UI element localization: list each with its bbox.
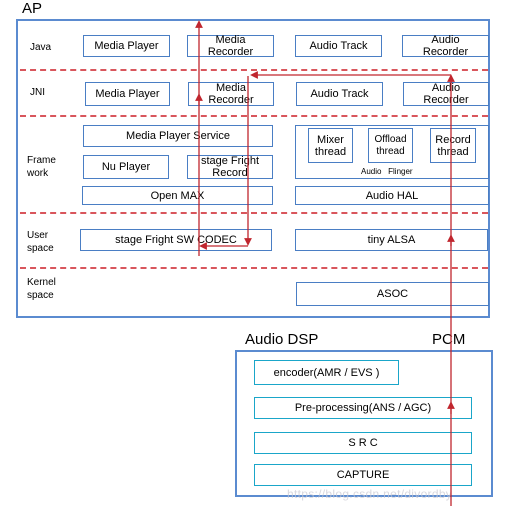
media-player-service: Media Player Service xyxy=(83,125,273,147)
layer-label-java: Java xyxy=(30,42,52,53)
stagefright-sw-codec: stage Fright SW CODEC xyxy=(80,229,272,251)
dsp-capture: CAPTURE xyxy=(254,464,472,486)
layer-label-framework: Frame work xyxy=(27,155,56,179)
layer-label-kernel-space: Kernel space xyxy=(27,277,56,301)
divider-java-jni xyxy=(20,69,488,71)
dsp-encoder: encoder(AMR / EVS ) xyxy=(254,360,399,385)
offload-thread: Offload thread xyxy=(368,128,413,163)
dsp-preprocessing: Pre-processing(ANS / AGC) xyxy=(254,397,472,419)
java-audio-recorder: Audio Recorder xyxy=(402,34,489,58)
divider-framework-user xyxy=(20,212,488,214)
jni-media-player: Media Player xyxy=(85,82,170,106)
jni-media-recorder: Media Recorder xyxy=(188,82,274,106)
layer-label-user-space: User space xyxy=(27,230,54,254)
dsp-title: Audio DSP xyxy=(245,331,319,348)
java-media-recorder: Media Recorder xyxy=(187,34,274,58)
stagefright-record: stage Fright Record xyxy=(187,155,273,179)
record-thread: Record thread xyxy=(430,128,476,163)
nu-player: Nu Player xyxy=(83,155,169,179)
java-audio-track: Audio Track xyxy=(295,35,382,57)
ap-title: AP xyxy=(22,0,43,17)
tiny-alsa: tiny ALSA xyxy=(295,229,488,251)
asoc: ASOC xyxy=(296,282,489,306)
open-max: Open MAX xyxy=(82,186,273,205)
java-media-player: Media Player xyxy=(83,35,170,57)
mixer-thread: Mixer thread xyxy=(308,128,353,163)
divider-user-kernel xyxy=(20,267,488,269)
layer-label-jni: JNI xyxy=(30,87,45,98)
dsp-src: S R C xyxy=(254,432,472,454)
audio-hal: Audio HAL xyxy=(295,186,489,205)
divider-jni-framework xyxy=(20,115,488,117)
jni-audio-track: Audio Track xyxy=(296,82,383,106)
audio-flinger-label: Audio Flinger xyxy=(361,167,413,176)
pcm-label: PCM xyxy=(432,331,466,348)
watermark: https://blog.csdn.net/divordby xyxy=(287,487,453,501)
jni-audio-recorder: Audio Recorder xyxy=(403,82,489,106)
